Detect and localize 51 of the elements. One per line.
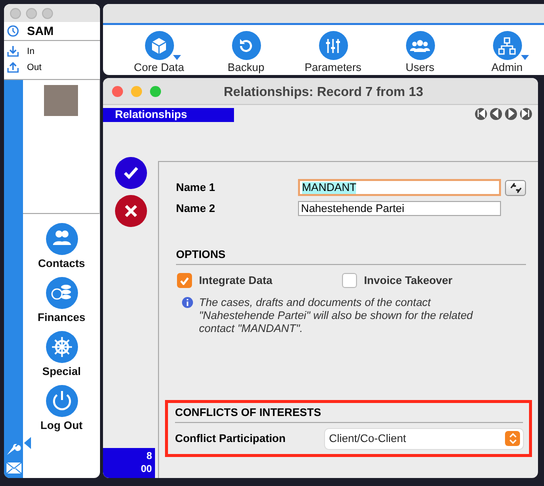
photo-placeholder (44, 85, 78, 116)
field-label: Conflict Participation (175, 432, 287, 444)
download-icon (7, 45, 19, 57)
field-label: Name 1 (176, 182, 216, 194)
close-icon (124, 204, 138, 218)
checkbox[interactable] (342, 273, 357, 288)
power-icon (50, 390, 72, 412)
checkmark-icon (122, 166, 138, 180)
section-heading: CONFLICTS OF INTERESTS (175, 407, 523, 423)
previous-record-icon[interactable] (490, 108, 502, 120)
text-field[interactable]: Nahestehende Partei (298, 201, 501, 216)
section-heading: OPTIONS (176, 249, 526, 265)
toolbar-button[interactable]: Parameters (297, 31, 369, 74)
tab[interactable]: Relationships (103, 108, 234, 122)
checkbox-label: Integrate Data (199, 274, 272, 286)
checkmark-icon (180, 276, 189, 284)
field-label: Name 2 (176, 202, 216, 214)
nav-button[interactable]: Contacts (38, 223, 86, 270)
time-entry-item[interactable]: In (7, 44, 100, 58)
clock-icon (7, 25, 19, 37)
window-control[interactable] (112, 86, 123, 96)
dropdown[interactable]: Client/Co-Client (325, 428, 523, 448)
next-record-icon[interactable] (505, 108, 517, 120)
info-text: The cases, drafts and documents of the contact "Nahestehende Partei" will also be shown for the related contact "MANDANT". (199, 297, 474, 336)
text-field[interactable]: MANDANT (298, 179, 501, 196)
toolbar-button[interactable]: Core Data (123, 31, 195, 74)
time-entry-item[interactable]: Out (7, 60, 100, 74)
cube-icon (149, 36, 169, 56)
cancel-button[interactable] (114, 195, 146, 227)
nav-button[interactable]: Finances (38, 277, 86, 324)
user-name: SAM (27, 24, 54, 38)
window-title: Relationships: Record 7 from 13 (222, 84, 424, 98)
toolbar-button[interactable]: Backup (210, 31, 282, 74)
swap-button[interactable] (505, 180, 526, 196)
chevrons-icon (508, 433, 516, 444)
checkbox[interactable] (177, 273, 192, 288)
toolbar-button[interactable]: Users (384, 31, 456, 74)
swap-arrows-icon (510, 182, 522, 192)
collapse-arrow-icon[interactable] (24, 437, 31, 449)
info-icon (182, 297, 193, 308)
envelope-icon[interactable] (6, 462, 22, 474)
record-counter-badge: 8 00 (103, 448, 155, 478)
ship-wheel-icon (50, 336, 72, 358)
first-record-icon[interactable] (475, 108, 487, 120)
hierarchy-icon (497, 36, 517, 56)
confirm-button[interactable] (114, 157, 146, 189)
toolbar-button[interactable]: Admin (471, 31, 543, 74)
last-record-icon[interactable] (520, 108, 532, 120)
wrench-icon[interactable] (6, 444, 22, 456)
upload-icon (7, 61, 19, 73)
checkbox-label: Invoice Takeover (364, 274, 452, 286)
